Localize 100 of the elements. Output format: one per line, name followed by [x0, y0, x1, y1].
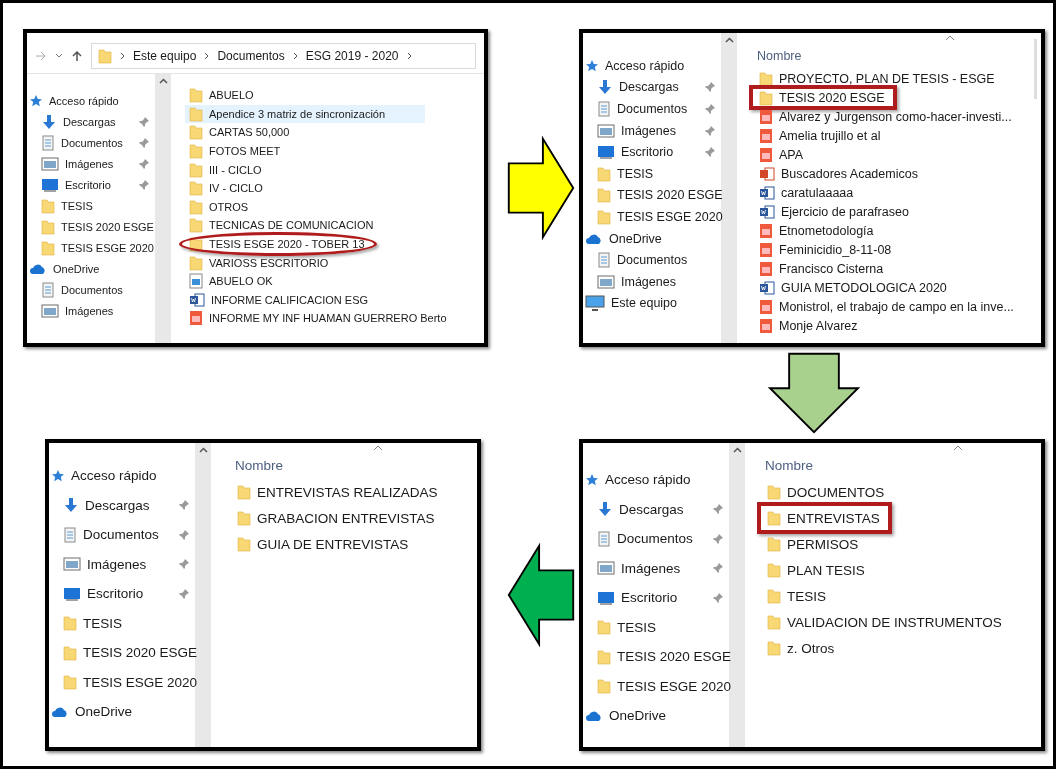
- nav-item[interactable]: Imágenes: [27, 300, 155, 321]
- nav-item[interactable]: Acceso rápido: [583, 465, 729, 495]
- pdf-file-icon: [759, 260, 773, 277]
- scroll-up-icon[interactable]: [732, 447, 742, 453]
- folder-item[interactable]: III - CICLO: [185, 160, 268, 179]
- nav-item[interactable]: Documentos: [27, 279, 155, 300]
- folder-item[interactable]: TECNICAS DE COMUNICACION: [185, 216, 380, 235]
- nav-item[interactable]: Imágenes: [49, 549, 195, 579]
- monitor-icon: [41, 177, 59, 192]
- nav-item[interactable]: Imágenes: [583, 553, 729, 583]
- nav-item[interactable]: Documentos: [27, 132, 155, 153]
- folder-item[interactable]: ENTREVISTAS REALIZADAS: [233, 479, 444, 505]
- column-header[interactable]: Nombre: [755, 33, 802, 63]
- nav-item[interactable]: Escritorio: [583, 583, 729, 613]
- breadcrumb-item[interactable]: Este equipo: [133, 49, 197, 63]
- pdf-file-item[interactable]: Feminicidio_8-11-08: [755, 240, 898, 259]
- address-bar[interactable]: Este equipo Documentos ESG 2019 - 2020: [91, 43, 476, 69]
- folder-item[interactable]: FOTOS MEET: [185, 141, 287, 161]
- nav-item[interactable]: TESIS 2020 ESGE: [583, 642, 729, 672]
- folder-item[interactable]: TESIS 2020 ESGE: [755, 88, 891, 107]
- folder-item[interactable]: PROYECTO, PLAN DE TESIS - ESGE: [755, 69, 1001, 88]
- nav-item[interactable]: OneDrive: [583, 701, 729, 731]
- pdf-file-item[interactable]: APA: [755, 145, 810, 164]
- folder-item[interactable]: Apendice 3 matriz de sincronización: [185, 104, 426, 124]
- forward-arrow-icon[interactable]: [35, 51, 47, 61]
- nav-item[interactable]: TESIS: [583, 612, 729, 642]
- image-file-item[interactable]: ABUELO OK: [185, 271, 279, 291]
- nav-item[interactable]: TESIS: [49, 608, 195, 638]
- up-arrow-icon[interactable]: [71, 50, 83, 62]
- nav-item[interactable]: TESIS 2020 ESGE: [27, 216, 155, 237]
- folder-item[interactable]: DOCUMENTOS: [763, 479, 891, 505]
- scrollbar[interactable]: [155, 74, 171, 343]
- nav-item[interactable]: TESIS ESGE 2020: [583, 671, 729, 701]
- pdf-file-item[interactable]: Etnometodología: [755, 221, 880, 240]
- chevron-down-icon[interactable]: [55, 53, 63, 59]
- pdf-file-item[interactable]: Amelia trujillo et al: [755, 126, 887, 145]
- folder-item[interactable]: ABUELO: [185, 86, 260, 105]
- nav-item[interactable]: Descargas: [583, 76, 721, 99]
- nav-item[interactable]: Acceso rápido: [583, 55, 721, 77]
- folder-item[interactable]: TESIS ESGE 2020 - TOBER 13: [185, 234, 371, 254]
- slides-file-item[interactable]: Buscadores Academicos: [755, 164, 924, 183]
- folder-item[interactable]: VARIOSS ESCRITORIO: [185, 253, 335, 272]
- nav-item[interactable]: Descargas: [583, 494, 729, 524]
- pdf-file-item[interactable]: Monje Alvarez: [755, 316, 864, 335]
- nav-item[interactable]: Descargas: [49, 490, 195, 520]
- folder-item[interactable]: z. Otros: [763, 635, 841, 661]
- folder-item[interactable]: PERMISOS: [763, 531, 865, 557]
- nav-item[interactable]: Escritorio: [49, 579, 195, 609]
- nav-item[interactable]: TESIS: [27, 195, 155, 216]
- nav-item[interactable]: TESIS ESGE 2020: [27, 237, 155, 258]
- word-file-item[interactable]: Ejercicio de parafraseo: [755, 202, 915, 221]
- nav-item[interactable]: Acceso rápido: [27, 90, 155, 111]
- nav-item[interactable]: Escritorio: [27, 174, 155, 195]
- nav-item[interactable]: Imágenes: [583, 270, 721, 293]
- folder-item[interactable]: IV - CICLO: [185, 178, 269, 198]
- nav-item[interactable]: Documentos: [583, 524, 729, 554]
- nav-item[interactable]: OneDrive: [583, 227, 721, 250]
- nav-item[interactable]: Imágenes: [27, 153, 155, 174]
- nav-item[interactable]: TESIS: [583, 162, 721, 185]
- nav-item[interactable]: Este equipo: [583, 292, 721, 315]
- pdf-file-item[interactable]: Alvarez y Jurgenson como-hacer-investi...: [755, 107, 1018, 126]
- pin-icon: [713, 563, 723, 574]
- nav-item[interactable]: Documentos: [49, 520, 195, 550]
- scrollbar[interactable]: [195, 443, 211, 747]
- scroll-up-icon[interactable]: [198, 447, 208, 453]
- nav-item[interactable]: Descargas: [27, 111, 155, 132]
- folder-item[interactable]: TESIS: [763, 583, 832, 609]
- scrollbar[interactable]: [721, 33, 737, 343]
- word-file-item[interactable]: GUIA METODOLOGICA 2020: [755, 278, 953, 297]
- scroll-up-icon[interactable]: [158, 78, 168, 84]
- column-header[interactable]: Nombre: [763, 443, 813, 473]
- folder-item[interactable]: ENTREVISTAS: [763, 505, 886, 531]
- nav-item[interactable]: TESIS ESGE 2020: [583, 206, 721, 228]
- nav-item[interactable]: Imágenes: [583, 119, 721, 142]
- breadcrumb-item[interactable]: ESG 2019 - 2020: [305, 49, 399, 63]
- nav-item[interactable]: TESIS ESGE 2020: [49, 667, 195, 697]
- scrollbar[interactable]: [729, 443, 745, 747]
- pdf-file-item[interactable]: Francisco Cisterna: [755, 259, 890, 278]
- pdf-file-item[interactable]: Monistrol, el trabajo de campo en la inve...: [755, 297, 1020, 316]
- word-file-item[interactable]: INFORME CALIFICACION ESG: [185, 290, 375, 310]
- folder-item[interactable]: CARTAS 50,000: [185, 123, 296, 142]
- scroll-up-icon[interactable]: [724, 37, 734, 43]
- nav-item[interactable]: TESIS 2020 ESGE: [49, 638, 195, 668]
- nav-item[interactable]: Documentos: [583, 249, 721, 271]
- folder-item[interactable]: OTROS: [185, 197, 255, 217]
- folder-item[interactable]: PLAN TESIS: [763, 557, 871, 583]
- nav-item[interactable]: TESIS 2020 ESGE: [583, 184, 721, 207]
- folder-item[interactable]: VALIDACION DE INSTRUMENTOS: [763, 609, 1008, 635]
- word-file-item[interactable]: caratulaaaaa: [755, 183, 860, 202]
- breadcrumb-item[interactable]: Documentos: [217, 49, 285, 63]
- nav-item[interactable]: Acceso rápido: [49, 461, 195, 491]
- pdf-file-item[interactable]: INFORME MY INF HUAMAN GUERRERO Berto: [185, 309, 453, 328]
- nav-item[interactable]: Escritorio: [583, 141, 721, 163]
- nav-item[interactable]: Documentos: [583, 98, 721, 120]
- nav-item[interactable]: OneDrive: [27, 258, 155, 279]
- scrollbar[interactable]: [1034, 39, 1037, 99]
- nav-item[interactable]: OneDrive: [49, 697, 195, 727]
- column-header[interactable]: Nombre: [233, 443, 283, 473]
- folder-item[interactable]: GUIA DE ENTREVISTAS: [233, 531, 415, 557]
- folder-item[interactable]: GRABACION ENTREVISTAS: [233, 505, 441, 531]
